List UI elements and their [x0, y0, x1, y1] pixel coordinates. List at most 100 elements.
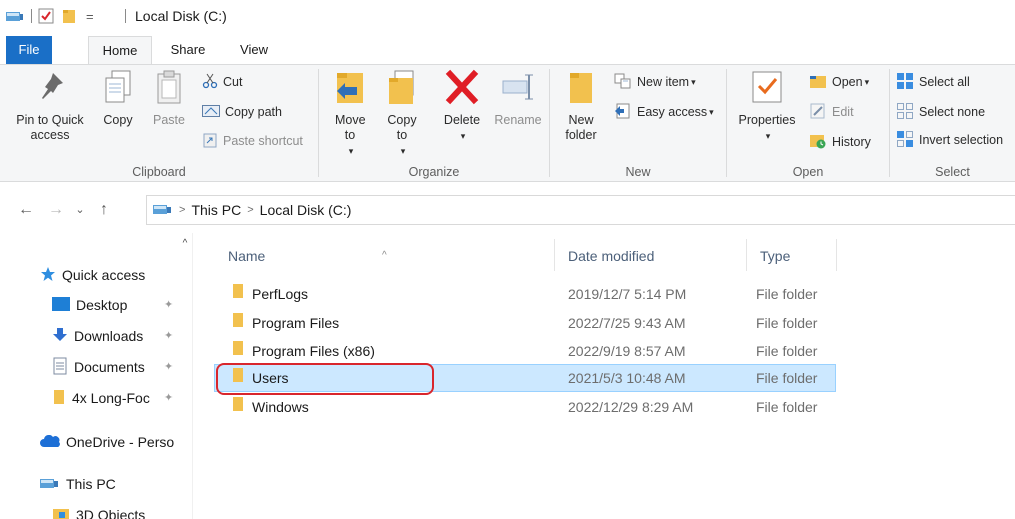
cut-button[interactable]: Cut — [202, 71, 242, 93]
tab-file[interactable]: File — [6, 36, 52, 64]
qat-customize-dropdown[interactable]: = — [86, 6, 94, 26]
breadcrumb-this-pc[interactable]: This PC — [191, 202, 241, 218]
properties-qat-icon[interactable] — [38, 6, 54, 26]
edit-button[interactable]: Edit — [809, 101, 854, 123]
column-header-name[interactable]: Name ^ — [214, 243, 554, 269]
open-group: Properties ▾ Open ▾ Edit History Open — [727, 65, 889, 182]
nav-item-downloads[interactable]: Downloads — [52, 323, 143, 349]
copy-button[interactable]: Copy — [96, 69, 140, 128]
breadcrumb-chevron-icon[interactable]: > — [179, 204, 185, 216]
column-divider[interactable] — [836, 239, 837, 271]
select-group: Select all Select none Invert selection … — [890, 65, 1015, 182]
address-row: ← → ⌄ ↑ > This PC > Local Disk (C:) — [0, 190, 1015, 230]
file-name: Program Files — [232, 309, 339, 337]
this-pc-location-icon — [153, 202, 173, 219]
clipboard-group-label: Clipboard — [132, 165, 186, 179]
table-row[interactable]: PerfLogs 2019/12/7 5:14 PM File folder — [214, 280, 836, 308]
copy-to-button[interactable]: Copy to ▾ — [379, 69, 425, 159]
rename-label: Rename — [494, 113, 542, 127]
history-label: History — [832, 135, 871, 149]
copy-to-label: Copy to — [387, 113, 417, 142]
pin-icon[interactable]: ✦ — [164, 329, 173, 342]
copy-to-icon — [379, 69, 425, 109]
new-folder-button[interactable]: New folder — [558, 69, 604, 143]
new-item-button[interactable]: New item ▾ — [614, 71, 696, 93]
pin-to-quick-access-button[interactable]: Pin to Quick access — [8, 69, 92, 143]
table-row[interactable]: Program Files (x86) 2022/9/19 8:57 AM Fi… — [214, 337, 836, 365]
title-divider — [125, 9, 126, 23]
cloud-icon — [40, 434, 60, 450]
table-row[interactable]: Windows 2022/12/29 8:29 AM File folder — [214, 393, 836, 421]
explorer-app-icon[interactable] — [6, 6, 24, 26]
scissors-icon — [202, 73, 218, 92]
tab-home[interactable]: Home — [88, 36, 152, 65]
delete-button[interactable]: Delete ▾ — [437, 69, 487, 144]
folder-icon — [232, 309, 244, 337]
delete-label: Delete — [443, 113, 481, 127]
move-to-button[interactable]: Move to ▾ — [327, 69, 373, 159]
easy-access-dropdown-icon: ▾ — [709, 106, 714, 117]
paste-button[interactable]: Paste — [146, 69, 192, 128]
ribbon-tabs: File Home Share View — [0, 36, 1015, 65]
desktop-icon — [52, 296, 70, 314]
cut-label: Cut — [223, 75, 243, 89]
paste-shortcut-button[interactable]: Paste shortcut — [202, 130, 303, 152]
back-arrow-icon[interactable]: ← — [16, 200, 36, 220]
properties-button[interactable]: Properties ▾ — [731, 69, 803, 144]
column-header-label: Name — [228, 248, 266, 264]
copy-path-button[interactable]: Copy path — [202, 101, 282, 123]
computer-icon — [40, 476, 60, 493]
nav-item-this-pc[interactable]: This PC — [40, 471, 116, 497]
breadcrumb-local-disk[interactable]: Local Disk (C:) — [260, 202, 352, 218]
select-none-button[interactable]: Select none — [896, 101, 985, 123]
column-header-type[interactable]: Type — [746, 243, 836, 269]
pin-icon[interactable]: ✦ — [164, 391, 173, 404]
file-type: File folder — [756, 286, 818, 302]
move-to-icon — [327, 69, 373, 109]
copy-icon — [96, 69, 140, 109]
file-type: File folder — [756, 399, 818, 415]
new-folder-qat-icon[interactable] — [62, 6, 76, 26]
nav-pane-divider — [192, 233, 193, 519]
delete-dropdown-icon: ▾ — [460, 131, 466, 141]
table-row[interactable]: Program Files 2022/7/25 9:43 AM File fol… — [214, 309, 836, 337]
move-to-dropdown-icon: ▾ — [348, 146, 354, 156]
select-none-label: Select none — [919, 105, 986, 119]
tab-view[interactable]: View — [226, 36, 282, 64]
history-button[interactable]: History — [809, 131, 871, 153]
nav-item-label: 3D Objects — [76, 507, 146, 519]
properties-icon — [731, 69, 803, 109]
column-header-date-modified[interactable]: Date modified — [554, 243, 744, 269]
open-button[interactable]: Open ▾ — [809, 71, 869, 93]
3d-objects-icon — [52, 507, 70, 519]
pin-icon[interactable]: ✦ — [164, 360, 173, 373]
nav-item-label: This PC — [66, 476, 116, 492]
up-arrow-icon[interactable]: ↑ — [94, 200, 114, 220]
nav-item-3d-objects[interactable]: 3D Objects — [52, 502, 145, 519]
nav-item-quick-access[interactable]: Quick access — [40, 262, 145, 288]
nav-item-onedrive[interactable]: OneDrive - Perso — [40, 429, 174, 455]
star-icon — [40, 266, 56, 285]
nav-item-desktop[interactable]: Desktop — [52, 292, 127, 318]
new-item-label: New item — [637, 75, 690, 89]
breadcrumb-chevron-icon[interactable]: > — [247, 204, 253, 216]
open-folder-icon — [809, 73, 827, 92]
easy-access-button[interactable]: Easy access ▾ — [614, 101, 714, 123]
tab-share[interactable]: Share — [160, 36, 216, 64]
recent-locations-chevron-icon[interactable]: ⌄ — [72, 200, 88, 220]
select-none-icon — [896, 102, 914, 123]
forward-arrow-icon[interactable]: → — [46, 200, 66, 220]
nav-item-4x-long-foc[interactable]: 4x Long-Foc — [52, 385, 150, 411]
new-folder-icon — [558, 69, 604, 109]
file-date: 2022/12/29 8:29 AM — [568, 399, 694, 415]
nav-item-documents[interactable]: Documents — [52, 354, 145, 380]
edit-label: Edit — [832, 105, 854, 119]
organize-group-label: Organize — [408, 165, 460, 179]
select-all-button[interactable]: Select all — [896, 71, 970, 93]
address-bar[interactable]: > This PC > Local Disk (C:) — [146, 195, 1015, 225]
pin-icon[interactable]: ✦ — [164, 298, 173, 311]
rename-button[interactable]: Rename — [491, 69, 545, 128]
scroll-up-arrow-icon[interactable]: ^ — [178, 237, 192, 251]
easy-access-label: Easy access — [637, 105, 708, 119]
invert-selection-button[interactable]: Invert selection — [896, 129, 1003, 151]
